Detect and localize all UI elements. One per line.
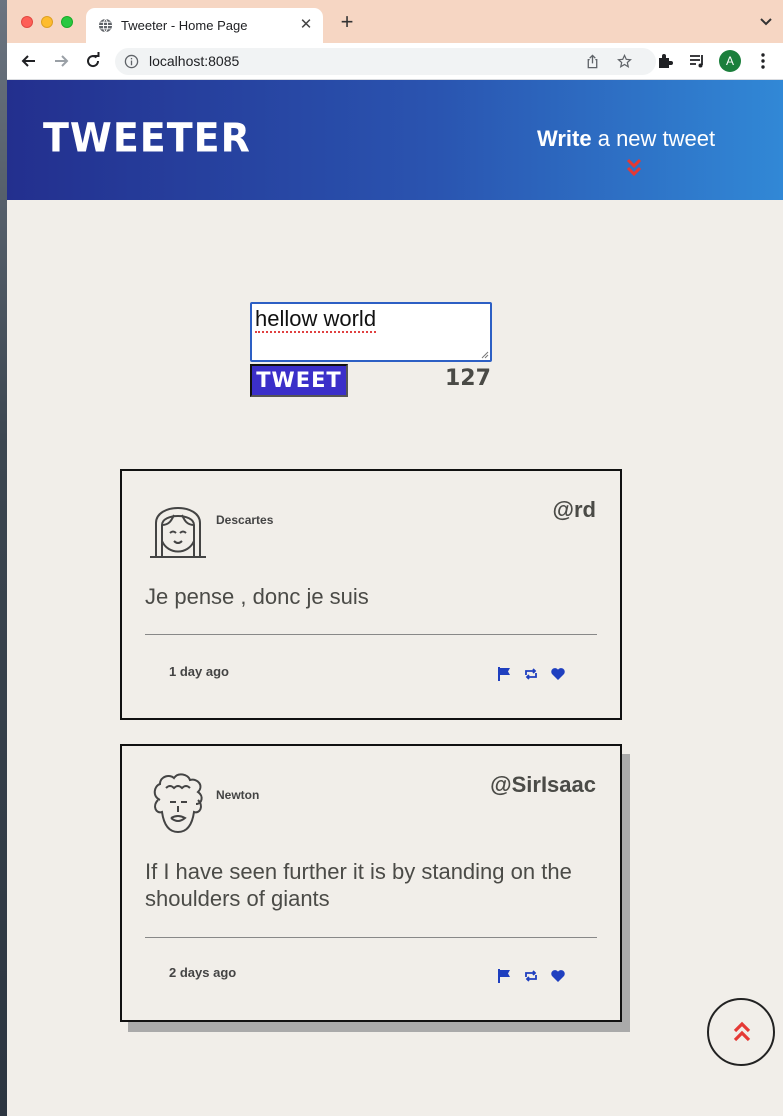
- profile-avatar[interactable]: A: [719, 50, 741, 72]
- double-chevron-down-icon[interactable]: [625, 157, 643, 179]
- tab-search-chevron-icon[interactable]: [759, 16, 773, 28]
- browser-tab[interactable]: Tweeter - Home Page ✕: [86, 8, 323, 43]
- tweet-timestamp: 1 day ago: [169, 664, 229, 679]
- resize-handle-icon[interactable]: [480, 350, 489, 359]
- site-logo[interactable]: TWEETER: [43, 115, 251, 161]
- more-menu-icon[interactable]: [758, 52, 768, 70]
- tweet-timestamp: 2 days ago: [169, 965, 237, 980]
- close-tab-icon[interactable]: ✕: [297, 16, 315, 34]
- tweet-actions: [497, 968, 572, 984]
- heart-icon[interactable]: [550, 968, 566, 984]
- avatar: [153, 773, 203, 834]
- minimize-window-button[interactable]: [41, 16, 53, 28]
- media-queue-icon[interactable]: [688, 52, 706, 70]
- tweet-text: Je pense , donc je suis: [145, 584, 369, 609]
- share-icon[interactable]: [585, 54, 600, 69]
- divider: [145, 937, 597, 938]
- tweet-card: Descartes @rd Je pense , donc je suis 1 …: [120, 469, 622, 720]
- write-new-tweet-link[interactable]: Write a new tweet: [537, 126, 715, 152]
- url-text: localhost:8085: [149, 53, 240, 69]
- user-handle: @rd: [552, 497, 596, 522]
- flag-icon[interactable]: [497, 968, 513, 984]
- write-link-rest: a new tweet: [591, 126, 716, 151]
- site-info-icon[interactable]: [124, 54, 139, 69]
- user-name: Descartes: [216, 513, 274, 527]
- tweet-textarea[interactable]: hellow world: [250, 302, 492, 362]
- extensions-puzzle-icon[interactable]: [656, 52, 674, 70]
- new-tab-button[interactable]: +: [337, 11, 357, 33]
- tweet-card: Newton @SirIsaac If I have seen further …: [120, 744, 622, 1022]
- tweet-textarea-value: hellow world: [255, 306, 377, 333]
- char-counter: 127: [445, 366, 491, 391]
- user-name: Newton: [216, 788, 260, 802]
- double-chevron-up-icon: [733, 1021, 751, 1042]
- retweet-icon[interactable]: [523, 968, 539, 984]
- forward-arrow-icon[interactable]: [51, 51, 71, 71]
- bookmark-star-icon[interactable]: [617, 54, 632, 69]
- heart-icon[interactable]: [550, 666, 566, 682]
- tweet-text: If I have seen further it is by standing…: [145, 859, 572, 911]
- zoom-window-button[interactable]: [61, 16, 73, 28]
- back-arrow-icon[interactable]: [19, 51, 39, 71]
- page-content: TWEETER Write a new tweet hellow world T…: [7, 80, 783, 1116]
- browser-window: Tweeter - Home Page ✕ + localhost:8085 A…: [7, 0, 783, 1116]
- address-bar[interactable]: localhost:8085: [115, 48, 656, 75]
- close-window-button[interactable]: [21, 16, 33, 28]
- site-header: TWEETER Write a new tweet: [7, 80, 783, 200]
- divider: [145, 634, 597, 635]
- flag-icon[interactable]: [497, 666, 513, 682]
- globe-icon: [98, 18, 113, 33]
- write-link-bold: Write: [537, 126, 592, 151]
- user-handle: @SirIsaac: [490, 772, 596, 797]
- tweet-actions: [497, 666, 572, 682]
- tab-strip: Tweeter - Home Page ✕ +: [7, 0, 783, 43]
- reload-icon[interactable]: [83, 51, 103, 71]
- tab-title: Tweeter - Home Page: [121, 18, 248, 33]
- scroll-to-top-button[interactable]: [707, 998, 775, 1066]
- retweet-icon[interactable]: [523, 666, 539, 682]
- avatar: [150, 507, 206, 558]
- browser-toolbar: localhost:8085 A: [7, 43, 783, 80]
- tweet-submit-button[interactable]: TWEET: [250, 364, 348, 397]
